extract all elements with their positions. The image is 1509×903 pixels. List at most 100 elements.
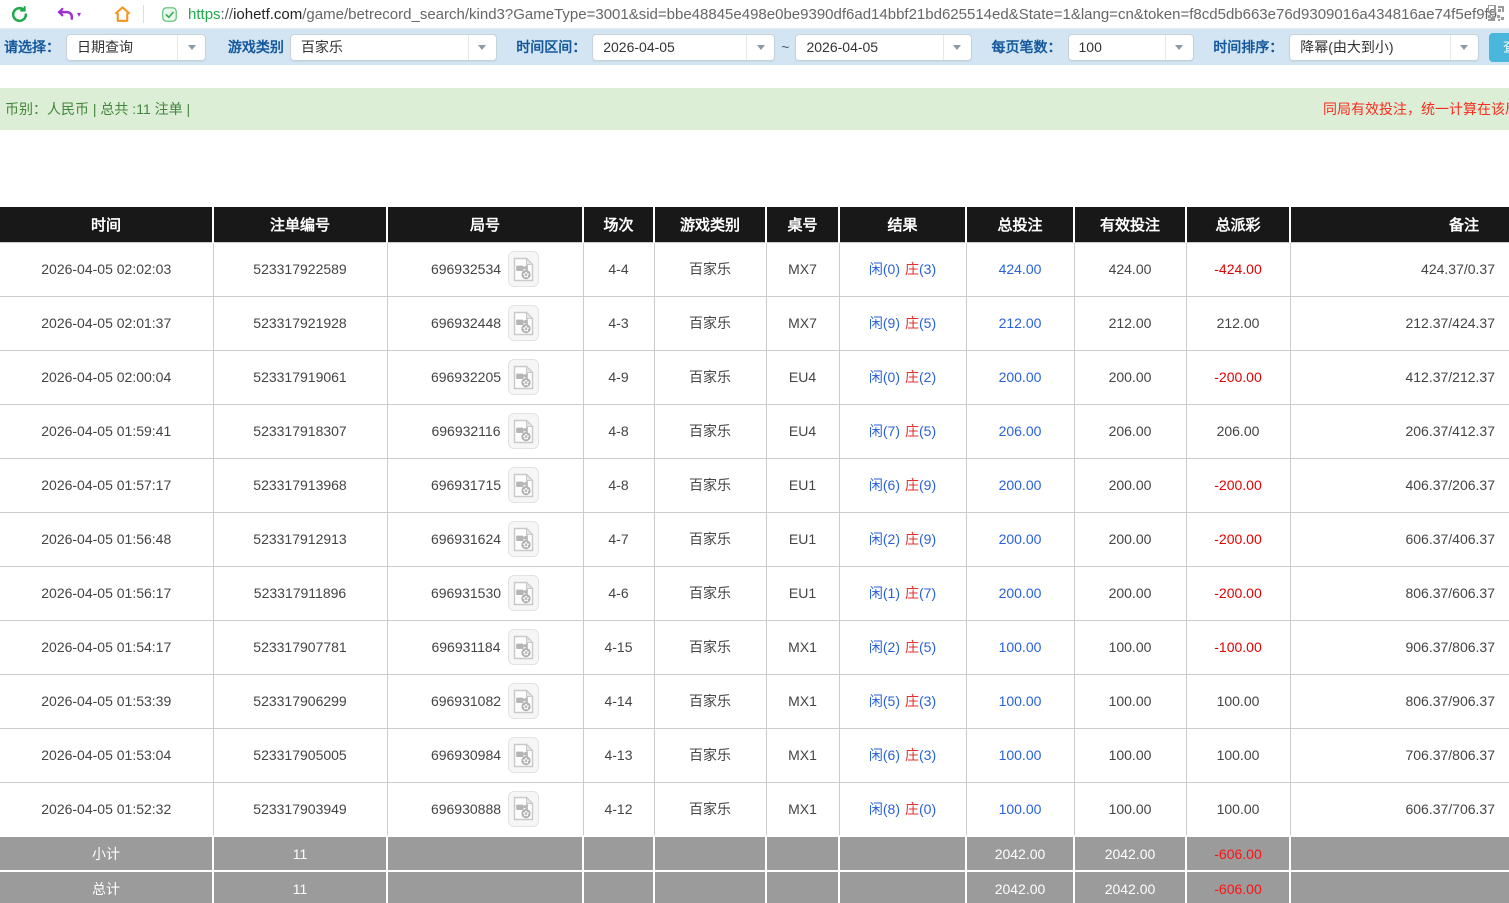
subtotal-label: 小计 (0, 836, 213, 871)
total-count: 11 (213, 871, 387, 903)
bet-time: 2026-04-05 02:01:37 (0, 296, 213, 350)
search-button[interactable]: 查询 (1489, 33, 1509, 62)
table-number: MX1 (766, 620, 839, 674)
video-replay-icon[interactable] (508, 575, 539, 611)
total-bet-link[interactable]: 100.00 (966, 728, 1074, 782)
table-number: EU4 (766, 404, 839, 458)
payout: -200.00 (1186, 350, 1290, 404)
banker-result: 庄 (905, 477, 919, 493)
table-row: 2026-04-05 02:00:04 523317919061 6969322… (0, 350, 1509, 404)
bet-number: 523317919061 (213, 350, 387, 404)
game-type-label: 游戏类别 (228, 37, 284, 57)
video-replay-icon[interactable] (508, 359, 539, 395)
chevron-down-icon (177, 35, 205, 60)
home-icon[interactable] (111, 3, 133, 25)
session-number: 4-9 (583, 350, 654, 404)
total-payout: -606.00 (1186, 871, 1290, 903)
banker-result: 庄 (905, 693, 919, 709)
header-total-bet: 总投注 (966, 207, 1074, 242)
sort-order-label: 时间排序： (1213, 37, 1283, 57)
summary-info-bar: 币别：人民币 | 总共 :11 注单 | 同局有效投注，统一计算在该局 (0, 88, 1509, 130)
refresh-icon[interactable] (8, 3, 30, 25)
session-number: 4-7 (583, 512, 654, 566)
undo-dropdown-caret[interactable]: ▾ (77, 10, 81, 19)
total-bet-link[interactable]: 424.00 (966, 242, 1074, 296)
valid-bet: 100.00 (1074, 674, 1186, 728)
session-number: 4-12 (583, 782, 654, 836)
table-row: 2026-04-05 01:57:17 523317913968 6969317… (0, 458, 1509, 512)
table-row: 2026-04-05 01:54:17 523317907781 6969311… (0, 620, 1509, 674)
total-label: 总计 (0, 871, 213, 903)
round-cell: 696931530 (387, 566, 583, 620)
video-replay-icon[interactable] (508, 791, 539, 827)
banker-points: (3) (919, 693, 936, 709)
chevron-down-icon (1450, 35, 1478, 60)
chevron-down-icon (943, 35, 971, 60)
payout: 100.00 (1186, 674, 1290, 728)
video-replay-icon[interactable] (508, 467, 539, 503)
bet-time: 2026-04-05 01:54:17 (0, 620, 213, 674)
total-bet-link[interactable]: 200.00 (966, 512, 1074, 566)
total-bet-link[interactable]: 200.00 (966, 458, 1074, 512)
banker-result: 庄 (905, 801, 919, 817)
video-replay-icon[interactable] (508, 251, 539, 287)
table-row: 2026-04-05 02:01:37 523317921928 6969324… (0, 296, 1509, 350)
payout: -200.00 (1186, 512, 1290, 566)
total-bet-link[interactable]: 100.00 (966, 620, 1074, 674)
game-type: 百家乐 (654, 620, 766, 674)
security-shield-icon[interactable] (158, 3, 180, 25)
valid-bet: 100.00 (1074, 728, 1186, 782)
total-bet-link[interactable]: 200.00 (966, 566, 1074, 620)
round-number: 696932116 (431, 423, 500, 439)
table-row: 2026-04-05 01:59:41 523317918307 6969321… (0, 404, 1509, 458)
table-row: 2026-04-05 01:56:48 523317912913 6969316… (0, 512, 1509, 566)
video-replay-icon[interactable] (508, 629, 539, 665)
payout: 206.00 (1186, 404, 1290, 458)
bet-time: 2026-04-05 01:56:48 (0, 512, 213, 566)
video-replay-icon[interactable] (508, 683, 539, 719)
date-from-select[interactable]: 2026-04-05 (592, 34, 775, 61)
total-bet-link[interactable]: 212.00 (966, 296, 1074, 350)
banker-result: 庄 (905, 315, 919, 331)
header-session: 场次 (583, 207, 654, 242)
total-bet-link[interactable]: 200.00 (966, 350, 1074, 404)
session-number: 4-3 (583, 296, 654, 350)
table-number: MX1 (766, 728, 839, 782)
query-mode-select[interactable]: 日期查询 (66, 34, 206, 61)
browser-toolbar: ▾ https://iohetf.com/game/betrecord_sear… (0, 0, 1509, 28)
game-type: 百家乐 (654, 296, 766, 350)
video-replay-icon[interactable] (508, 305, 539, 341)
date-to-select[interactable]: 2026-04-05 (795, 34, 971, 61)
video-replay-icon[interactable] (508, 413, 539, 449)
address-bar[interactable]: https://iohetf.com/game/betrecord_search… (158, 3, 1509, 25)
game-type: 百家乐 (654, 728, 766, 782)
player-result: 闲(0) (869, 369, 900, 385)
valid-bet: 200.00 (1074, 512, 1186, 566)
payout: -100.00 (1186, 620, 1290, 674)
note: 412.37/212.37 (1290, 350, 1509, 404)
undo-icon[interactable] (54, 3, 76, 25)
url-text[interactable]: https://iohetf.com/game/betrecord_search… (188, 6, 1497, 23)
page-size-select[interactable]: 100 (1068, 34, 1194, 61)
round-number: 696932205 (431, 369, 501, 385)
note: 606.37/706.37 (1290, 782, 1509, 836)
banker-points: (3) (919, 747, 936, 763)
game-type-select[interactable]: 百家乐 (290, 34, 497, 61)
valid-bet: 100.00 (1074, 782, 1186, 836)
qr-code-icon[interactable] (1488, 5, 1505, 22)
note: 212.37/424.37 (1290, 296, 1509, 350)
video-replay-icon[interactable] (508, 521, 539, 557)
header-result: 结果 (839, 207, 966, 242)
banker-result: 庄 (905, 423, 919, 439)
total-total-bet: 2042.00 (966, 871, 1074, 903)
video-replay-icon[interactable] (508, 737, 539, 773)
total-bet-link[interactable]: 206.00 (966, 404, 1074, 458)
total-bet-link[interactable]: 100.00 (966, 782, 1074, 836)
table-number: EU1 (766, 566, 839, 620)
total-bet-link[interactable]: 100.00 (966, 674, 1074, 728)
sort-order-select[interactable]: 降幂(由大到小) (1289, 34, 1479, 61)
time-range-label: 时间区间： (516, 37, 586, 57)
bet-number: 523317905005 (213, 728, 387, 782)
session-number: 4-14 (583, 674, 654, 728)
round-cell: 696932448 (387, 296, 583, 350)
